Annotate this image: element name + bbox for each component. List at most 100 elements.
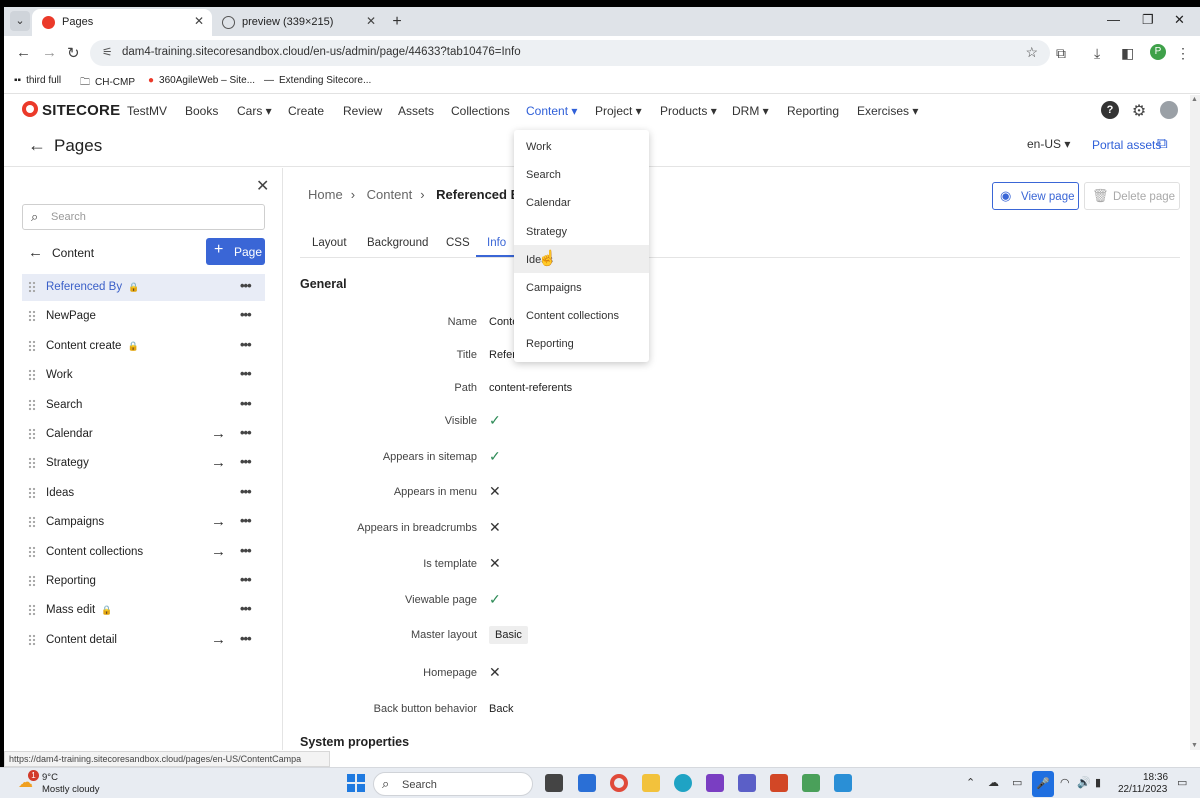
menu-item-search[interactable]: Search — [514, 160, 649, 188]
nav-books[interactable]: Books — [185, 104, 218, 118]
arrow-right-icon[interactable]: → — [211, 513, 226, 530]
edge-icon[interactable] — [674, 774, 692, 792]
drag-handle-icon[interactable] — [28, 310, 36, 323]
menu-item-work[interactable]: Work — [514, 132, 649, 160]
more-options-icon[interactable]: ••• — [240, 425, 252, 440]
breadcrumb-home[interactable]: Home — [308, 187, 343, 202]
menu-item-content-collections[interactable]: Content collections — [514, 301, 649, 329]
tab-search-button[interactable]: ⌄ — [10, 11, 30, 31]
help-icon[interactable]: ? — [1101, 101, 1119, 119]
calculator-icon[interactable] — [834, 774, 852, 792]
scrollbar[interactable]: ▲ ▼ — [1190, 95, 1200, 750]
profile-avatar[interactable]: P — [1150, 44, 1166, 60]
display-icon[interactable]: ▭ — [1012, 776, 1022, 789]
more-options-icon[interactable]: ••• — [240, 631, 252, 646]
bookmark-item[interactable]: — Extending Sitecore... — [264, 75, 371, 86]
url-text[interactable]: dam4-training.sitecoresandbox.cloud/en-u… — [122, 46, 521, 58]
drag-handle-icon[interactable] — [28, 486, 36, 499]
more-options-icon[interactable]: ••• — [240, 513, 252, 528]
more-options-icon[interactable]: ••• — [240, 484, 252, 499]
page-list-item-strategy[interactable]: Strategy → ••• — [22, 450, 265, 477]
language-selector[interactable]: en-US ▾ — [1027, 137, 1070, 151]
scroll-up-icon[interactable]: ▲ — [1191, 96, 1198, 103]
nav-create[interactable]: Create — [288, 104, 324, 118]
nav-cars[interactable]: Cars ▾ — [237, 104, 272, 118]
arrow-right-icon[interactable]: → — [211, 425, 226, 442]
tab-background[interactable]: Background — [367, 237, 428, 249]
nav-content[interactable]: Content ▾ — [526, 104, 577, 118]
clock-date[interactable]: 22/11/2023 — [1118, 784, 1167, 795]
tab-css[interactable]: CSS — [446, 237, 470, 249]
tab-info[interactable]: Info — [487, 237, 506, 249]
page-list-item-reporting[interactable]: Reporting ••• — [22, 568, 265, 595]
sitecore-logo[interactable]: SITECORE — [22, 101, 120, 119]
minimize-icon[interactable]: — — [1107, 12, 1120, 27]
drag-handle-icon[interactable] — [28, 604, 36, 617]
breadcrumb-content[interactable]: Content — [367, 187, 413, 202]
drag-handle-icon[interactable] — [28, 398, 36, 411]
delete-page-button[interactable]: 🗑 Delete page — [1084, 182, 1180, 210]
page-list-item-campaigns[interactable]: Campaigns → ••• — [22, 509, 265, 536]
site-info-icon[interactable]: ⚟ — [102, 45, 113, 59]
more-options-icon[interactable]: ••• — [240, 337, 252, 352]
browser-tab-pages[interactable]: Pages ✕ — [32, 9, 212, 36]
arrow-right-icon[interactable]: → — [211, 454, 226, 471]
arrow-right-icon[interactable]: → — [211, 631, 226, 648]
drag-handle-icon[interactable] — [28, 545, 36, 558]
bookmark-star-icon[interactable]: ☆ — [1025, 44, 1038, 61]
side-panel-icon[interactable]: ◧ — [1121, 45, 1134, 62]
page-search-input[interactable] — [51, 208, 251, 226]
page-list-item-mass-edit[interactable]: Mass edit 🔒 ••• — [22, 597, 265, 624]
page-search-field[interactable]: ⌕ — [22, 204, 265, 230]
browser-menu-icon[interactable]: ⋮ — [1176, 45, 1190, 62]
file-explorer-icon[interactable] — [642, 774, 660, 792]
tab-layout[interactable]: Layout — [312, 237, 347, 249]
menu-item-campaigns[interactable]: Campaigns — [514, 273, 649, 301]
battery-icon[interactable]: ▮ — [1095, 776, 1101, 789]
onedrive-icon[interactable]: ☁ — [988, 776, 999, 789]
visual-studio-icon[interactable] — [706, 774, 724, 792]
back-icon[interactable]: ← — [16, 44, 31, 61]
more-options-icon[interactable]: ••• — [240, 366, 252, 381]
extensions-icon[interactable]: ⧉ — [1056, 45, 1066, 62]
bookmark-item[interactable]: 🗀 CH-CMP — [80, 75, 135, 92]
drag-handle-icon[interactable] — [28, 516, 36, 529]
taskbar-search[interactable]: ⌕ Search — [373, 772, 533, 796]
more-options-icon[interactable]: ••• — [240, 396, 252, 411]
restore-icon[interactable]: ❐ — [1142, 12, 1154, 28]
bookmark-item[interactable]: ● 360AgileWeb – Site... — [148, 75, 255, 86]
close-tab-icon[interactable]: ✕ — [366, 14, 376, 28]
settings-gear-icon[interactable]: ⚙ — [1130, 101, 1148, 120]
forward-icon[interactable]: → — [42, 44, 57, 61]
menu-item-reporting[interactable]: Reporting — [514, 329, 649, 357]
external-link-icon[interactable]: ⧉ — [1157, 135, 1168, 152]
page-list-item-content-collections[interactable]: Content collections → ••• — [22, 539, 265, 566]
bookmark-item[interactable]: ▪▪ third full — [14, 75, 61, 86]
nav-collections[interactable]: Collections — [451, 104, 510, 118]
windows-start-icon[interactable] — [347, 774, 365, 792]
drag-handle-icon[interactable] — [28, 575, 36, 587]
url-bar[interactable]: ⚟ dam4-training.sitecoresandbox.cloud/en… — [90, 40, 1050, 66]
drag-handle-icon[interactable] — [28, 633, 36, 646]
new-tab-button[interactable]: + — [388, 13, 406, 31]
more-options-icon[interactable]: ••• — [240, 307, 252, 322]
more-options-icon[interactable]: ••• — [240, 572, 252, 587]
nav-exercises[interactable]: Exercises ▾ — [857, 104, 918, 118]
nav-assets[interactable]: Assets — [398, 104, 434, 118]
page-list-item-calendar[interactable]: Calendar → ••• — [22, 421, 265, 448]
menu-item-strategy[interactable]: Strategy — [514, 217, 649, 245]
page-list-item-search[interactable]: Search ••• — [22, 392, 265, 419]
page-list-item-referenced-by[interactable]: Referenced By 🔒 ••• — [22, 274, 265, 301]
page-list-item-work[interactable]: Work ••• — [22, 362, 265, 389]
view-page-button[interactable]: ◉ View page — [992, 182, 1079, 210]
close-tab-icon[interactable]: ✕ — [194, 14, 204, 28]
more-options-icon[interactable]: ••• — [240, 278, 252, 293]
nav-review[interactable]: Review — [343, 104, 382, 118]
drag-handle-icon[interactable] — [28, 457, 36, 470]
clock-time[interactable]: 18:36 — [1143, 772, 1168, 783]
excel-icon[interactable] — [802, 774, 820, 792]
portal-assets-link[interactable]: Portal assets — [1092, 138, 1161, 152]
close-window-icon[interactable]: ✕ — [1174, 12, 1185, 28]
back-arrow-icon[interactable]: ← — [28, 135, 46, 156]
nav-reporting[interactable]: Reporting — [787, 104, 839, 118]
